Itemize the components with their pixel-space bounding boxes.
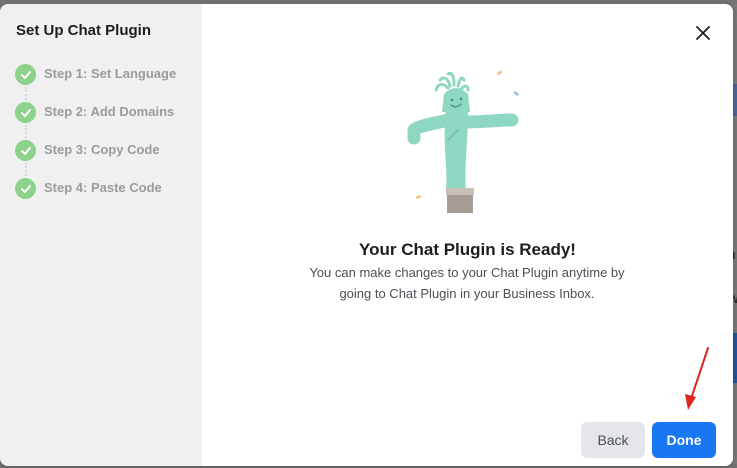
step-connector [25, 125, 27, 138]
dialog-main-panel: Your Chat Plugin is Ready! You can make … [202, 4, 733, 466]
step-item[interactable]: Step 1: Set Language [15, 64, 176, 102]
check-circle-icon [15, 102, 36, 123]
inflatable-tube-man-illustration [407, 70, 519, 213]
step-label: Step 2: Add Domains [44, 104, 175, 119]
ready-description: You can make changes to your Chat Plugin… [309, 265, 625, 301]
step-label: Step 4: Paste Code [44, 180, 162, 195]
check-circle-icon [15, 178, 36, 199]
step-connector [25, 87, 27, 100]
step-item[interactable]: Step 4: Paste Code [15, 178, 176, 216]
check-circle-icon [15, 140, 36, 161]
setup-dialog: Set Up Chat Plugin Step 1: Set Language … [0, 4, 733, 466]
step-item[interactable]: Step 3: Copy Code [15, 140, 176, 178]
ready-heading: Your Chat Plugin is Ready! [359, 240, 576, 259]
step-label: Step 1: Set Language [44, 66, 177, 81]
steps-list: Step 1: Set Language Step 2: Add Domains… [15, 64, 176, 216]
close-button[interactable] [689, 19, 717, 47]
check-circle-icon [15, 64, 36, 85]
sidebar-title: Set Up Chat Plugin [16, 22, 151, 39]
done-button[interactable]: Done [652, 422, 716, 458]
setup-sidebar: Set Up Chat Plugin Step 1: Set Language … [0, 4, 202, 466]
step-label: Step 3: Copy Code [44, 142, 160, 157]
back-button[interactable]: Back [581, 422, 645, 458]
step-item[interactable]: Step 2: Add Domains [15, 102, 176, 140]
close-icon [696, 26, 710, 40]
step-connector [25, 163, 27, 176]
